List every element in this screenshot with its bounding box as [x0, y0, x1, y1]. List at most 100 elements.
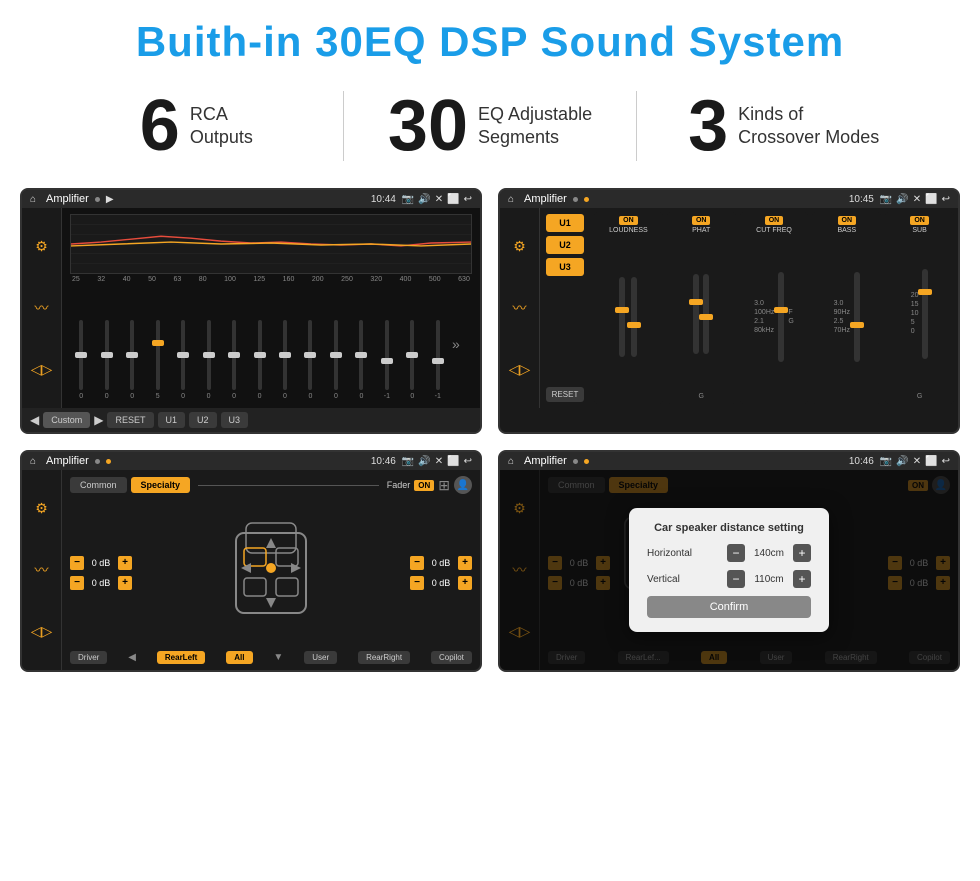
right-controls: − 0 dB + − 0 dB + [410, 498, 472, 647]
time-2: 10:45 [849, 194, 874, 205]
back-icon-3[interactable]: ↩ [464, 456, 472, 467]
db-plus-bl[interactable]: + [118, 576, 132, 590]
screen-dialog: ⌂ Amplifier 10:46 📷 🔊 ✕ ⬜ ↩ ⚙ 〰 ◁▷ Co [498, 450, 960, 672]
db-minus-tl[interactable]: − [70, 556, 84, 570]
vertical-value: 110cm [749, 574, 789, 585]
u2-button[interactable]: U2 [189, 412, 217, 428]
u3-button[interactable]: U3 [221, 412, 249, 428]
window-icon-2[interactable]: ⬜ [925, 194, 937, 205]
loudness-on-button[interactable]: ON [619, 216, 638, 225]
db-plus-tr[interactable]: + [458, 556, 472, 570]
amp-volume-icon[interactable]: ◁▷ [509, 361, 531, 378]
reset-button-1[interactable]: RESET [107, 412, 153, 428]
eq-volume-icon[interactable]: ◁▷ [31, 361, 53, 378]
sp-filter-icon[interactable]: ⚙ [35, 500, 48, 517]
db-plus-br[interactable]: + [458, 576, 472, 590]
eq-slider-1: 0 [95, 320, 117, 400]
home-icon-3[interactable]: ⌂ [30, 456, 36, 467]
db-minus-bl[interactable]: − [70, 576, 84, 590]
next-preset-button[interactable]: ▶ [94, 413, 103, 427]
window-icon-1[interactable]: ⬜ [447, 194, 459, 205]
u1-select-button[interactable]: U1 [546, 214, 584, 232]
expand-icon[interactable]: » [452, 336, 472, 352]
eq-sliders: 0 0 0 5 0 [70, 285, 472, 402]
db-minus-br[interactable]: − [410, 576, 424, 590]
volume-icon-1[interactable]: 🔊 [418, 194, 430, 205]
driver-button[interactable]: Driver [70, 651, 107, 664]
horizontal-plus-button[interactable]: + [793, 544, 811, 562]
close-icon-4[interactable]: ✕ [913, 456, 921, 467]
volume-icon-2[interactable]: 🔊 [896, 194, 908, 205]
user-button-3[interactable]: User [304, 651, 337, 664]
status-bar-1: ⌂ Amplifier ▶ 10:44 📷 🔊 ✕ ⬜ ↩ [22, 190, 480, 208]
status-bar-3: ⌂ Amplifier 10:46 📷 🔊 ✕ ⬜ ↩ [22, 452, 480, 470]
horizontal-minus-button[interactable]: − [727, 544, 745, 562]
back-icon-1[interactable]: ↩ [464, 194, 472, 205]
eq-wave-icon[interactable]: 〰 [35, 298, 49, 318]
sub-on-button[interactable]: ON [910, 216, 929, 225]
cutfreq-on-button[interactable]: ON [765, 216, 784, 225]
all-button[interactable]: All [226, 651, 252, 664]
rearleft-button[interactable]: RearLeft [157, 651, 205, 664]
eq-slider-3: 5 [146, 320, 168, 400]
eq-main: 25 32 40 50 63 80 100 125 160 200 250 32… [62, 208, 480, 408]
amp-filter-icon[interactable]: ⚙ [513, 238, 526, 255]
confirm-button[interactable]: Confirm [647, 596, 811, 618]
app-title-4: Amplifier [524, 455, 567, 467]
common-tab-button[interactable]: Common [70, 477, 127, 493]
vertical-plus-button[interactable]: + [793, 570, 811, 588]
db-control-tr: − 0 dB + [410, 556, 472, 570]
home-icon[interactable]: ⌂ [30, 194, 36, 205]
play-icon-1[interactable]: ▶ [106, 194, 114, 205]
volume-icon-4[interactable]: 🔊 [896, 456, 908, 467]
stat-number-crossover: 3 [688, 90, 728, 162]
amp-wave-icon[interactable]: 〰 [513, 298, 527, 318]
db-value-tr: 0 dB [427, 558, 455, 568]
status-bar-2: ⌂ Amplifier 10:45 📷 🔊 ✕ ⬜ ↩ [500, 190, 958, 208]
u1-button[interactable]: U1 [158, 412, 186, 428]
home-icon-2[interactable]: ⌂ [508, 194, 514, 205]
back-icon-4[interactable]: ↩ [942, 456, 950, 467]
dot-3b [106, 459, 111, 464]
close-icon-2[interactable]: ✕ [913, 194, 921, 205]
eq-graph [70, 214, 472, 274]
dot-3a [95, 459, 100, 464]
eq-freq-labels: 25 32 40 50 63 80 100 125 160 200 250 32… [70, 276, 472, 283]
prev-preset-button[interactable]: ◀ [30, 413, 39, 427]
sp-volume-icon[interactable]: ◁▷ [31, 623, 53, 640]
profile-icon-3[interactable]: 👤 [454, 476, 472, 494]
status-icons-4: 📷 🔊 ✕ ⬜ ↩ [880, 456, 950, 467]
home-icon-4[interactable]: ⌂ [508, 456, 514, 467]
close-icon-3[interactable]: ✕ [435, 456, 443, 467]
fader-on-button[interactable]: ON [414, 480, 434, 491]
vertical-label: Vertical [647, 574, 707, 585]
custom-preset-button[interactable]: Custom [43, 412, 90, 428]
rearright-button[interactable]: RearRight [358, 651, 410, 664]
sp-wave-icon[interactable]: 〰 [35, 560, 49, 580]
volume-icon-3[interactable]: 🔊 [418, 456, 430, 467]
db-value-tl: 0 dB [87, 558, 115, 568]
copilot-button[interactable]: Copilot [431, 651, 472, 664]
phat-on-button[interactable]: ON [692, 216, 711, 225]
db-minus-tr[interactable]: − [410, 556, 424, 570]
window-icon-3[interactable]: ⬜ [447, 456, 459, 467]
vertical-minus-button[interactable]: − [727, 570, 745, 588]
page-title: Buith-in 30EQ DSP Sound System [20, 18, 960, 66]
back-icon-2[interactable]: ↩ [942, 194, 950, 205]
stat-label-crossover: Kinds ofCrossover Modes [738, 103, 879, 150]
window-icon-4[interactable]: ⬜ [925, 456, 937, 467]
specialty-tab-button[interactable]: Specialty [131, 477, 191, 493]
bass-sliders: 3.0 90Hz 2.5 70Hz [834, 234, 860, 400]
db-plus-tl[interactable]: + [118, 556, 132, 570]
u2-select-button[interactable]: U2 [546, 236, 584, 254]
time-1: 10:44 [371, 194, 396, 205]
eq-filter-icon[interactable]: ⚙ [35, 238, 48, 255]
dist-content: ⚙ 〰 ◁▷ Common Specialty ON 👤 − 0 [500, 470, 958, 670]
bass-on-button[interactable]: ON [838, 216, 857, 225]
close-icon-1[interactable]: ✕ [435, 194, 443, 205]
distance-dialog: Car speaker distance setting Horizontal … [629, 508, 829, 632]
status-icons-2: 📷 🔊 ✕ ⬜ ↩ [880, 194, 950, 205]
fader-control: Fader ON ⊞ [387, 477, 450, 494]
reset-button-2[interactable]: RESET [546, 387, 584, 402]
u3-select-button[interactable]: U3 [546, 258, 584, 276]
